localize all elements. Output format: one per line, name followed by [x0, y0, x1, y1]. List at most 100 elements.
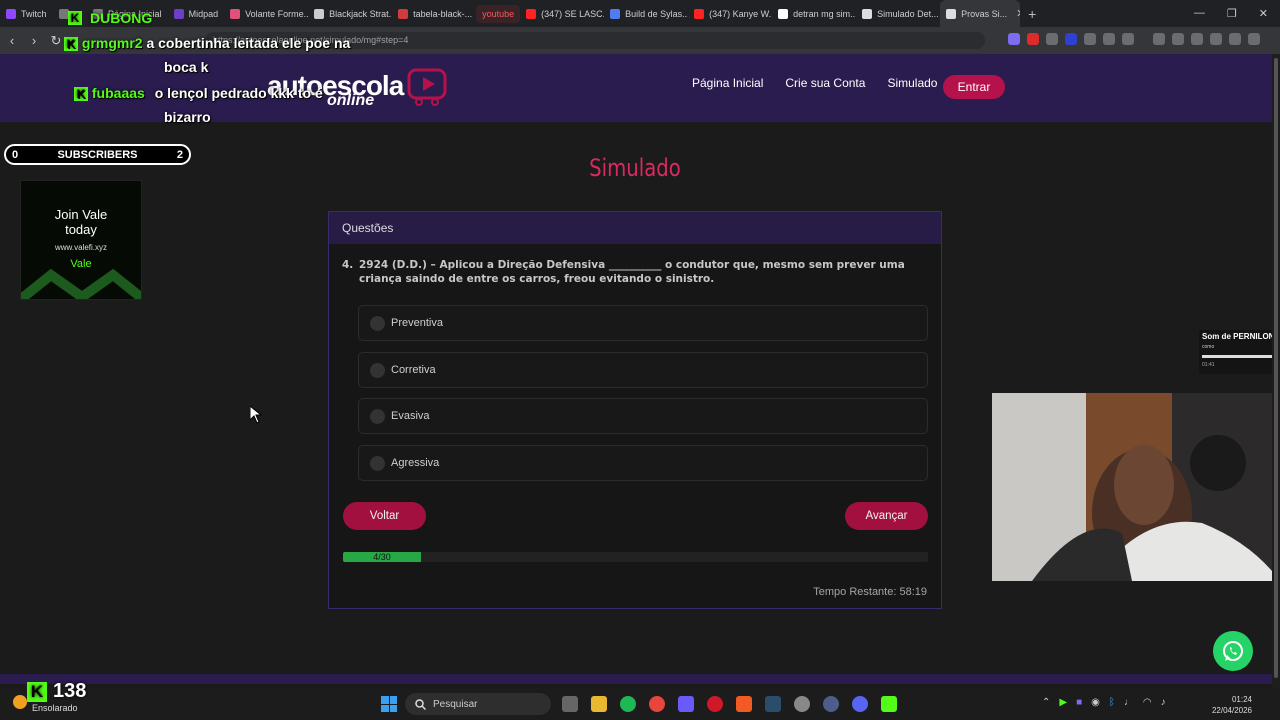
forward-arrow-icon[interactable]: › — [24, 33, 44, 48]
new-tab-button[interactable]: + — [1020, 6, 1044, 22]
browser-tab[interactable]: Blackjack Strat... — [308, 0, 392, 27]
browser-tab[interactable]: youtube — [476, 4, 521, 23]
kick-icon[interactable] — [881, 696, 897, 712]
ad-line2: today — [65, 222, 97, 237]
radio-icon[interactable] — [370, 455, 385, 471]
page-scrollbar[interactable] — [1272, 54, 1280, 688]
close-window-icon[interactable]: ✕ — [1259, 7, 1268, 20]
radio-icon[interactable] — [370, 408, 385, 424]
browser-tab[interactable]: Midpad — [168, 0, 225, 27]
browser-tab[interactable]: Provas Si...✕ — [940, 0, 1021, 27]
windows-start-icon[interactable] — [381, 696, 397, 712]
browser-tab[interactable]: (347) SE LASC... — [520, 0, 604, 27]
extension-icon[interactable] — [1122, 33, 1134, 45]
kick-viewer-count: K 138 — [27, 680, 86, 703]
answer-option[interactable]: Preventiva — [358, 305, 928, 341]
tab-favicon-icon — [862, 8, 873, 19]
login-button[interactable]: Entrar — [943, 75, 1005, 99]
question-text: 2924 (D.D.) – Aplicou a Direção Defensiv… — [359, 259, 905, 285]
back-arrow-icon[interactable]: ‹ — [2, 33, 22, 48]
whatsapp-button[interactable] — [1213, 631, 1253, 671]
progress-bar: 4/30 — [343, 552, 928, 562]
extension-icon[interactable] — [1046, 33, 1058, 45]
extension-icon[interactable] — [1065, 33, 1077, 45]
task-view-icon[interactable] — [562, 696, 578, 712]
puzzle-icon[interactable] — [1103, 33, 1115, 45]
taskbar-search[interactable]: Pesquisar — [405, 693, 551, 715]
wifi-icon[interactable]: ◠ — [1143, 697, 1152, 708]
tab-label: Build de Sylas... — [625, 8, 689, 19]
browser-tab[interactable]: Build de Sylas... — [604, 0, 688, 27]
ad-site: www.valefi.xyz — [54, 243, 107, 252]
wallet-icon[interactable] — [1191, 33, 1203, 45]
browser-tab[interactable]: tabela-black-... — [392, 0, 476, 27]
scrollbar-thumb[interactable] — [1274, 58, 1278, 678]
now-playing: Som de PERNILONGO como 01:41 — [1199, 330, 1280, 374]
extension-icon[interactable] — [1027, 33, 1039, 45]
microphone-icon[interactable]: ♩ — [1124, 697, 1134, 708]
sidebar-icon[interactable] — [1172, 33, 1184, 45]
browser-tab-bar: Twitch...Página InicialMidpadVolante For… — [0, 0, 1280, 27]
radio-icon[interactable] — [370, 315, 385, 331]
tray-app-icon[interactable]: ◉ — [1091, 697, 1100, 708]
nav-signup-link[interactable]: Crie sua Conta — [785, 76, 865, 90]
extension-icons — [1008, 33, 1260, 45]
page-title: Simulado — [589, 154, 681, 182]
tray-app-icon[interactable]: ■ — [1076, 697, 1082, 708]
extension-icon[interactable] — [1084, 33, 1096, 45]
tab-favicon-icon — [230, 8, 241, 19]
time-remaining: Tempo Restante: 58:19 — [813, 586, 927, 598]
top-username: K DUBONG — [68, 10, 152, 26]
next-button[interactable]: Avançar — [845, 502, 928, 530]
browser-tab[interactable]: Simulado Det... — [856, 0, 940, 27]
nav-quiz-link[interactable]: Simulado — [887, 76, 937, 90]
back-button[interactable]: Voltar — [343, 502, 426, 530]
answer-option[interactable]: Agressiva — [358, 445, 928, 481]
chevron-up-icon[interactable]: ⌃ — [1042, 697, 1050, 708]
bluetooth-icon[interactable]: ᛒ — [1109, 697, 1115, 708]
chrome-icon[interactable] — [649, 696, 665, 712]
logo-subtext: online — [327, 92, 375, 109]
nav-home-link[interactable]: Página Inicial — [692, 76, 763, 90]
taskbar: Ensolarado K 138 Pesquisar ⌃ ▶ ■ ◉ ᛒ ♩ ◠… — [0, 680, 1280, 720]
volume-icon[interactable]: ♪ — [1161, 697, 1166, 708]
browser-tab[interactable]: Twitch — [0, 0, 53, 27]
subs-right: 2 — [176, 148, 183, 161]
browser-tab[interactable]: Volante Forme... — [224, 0, 308, 27]
menu-icon[interactable] — [1248, 33, 1260, 45]
brave-icon[interactable] — [736, 696, 752, 712]
tab-label: tabela-black-... — [413, 8, 473, 19]
tray-app-icon[interactable]: ▶ — [1059, 697, 1067, 708]
reload-icon[interactable]: ↻ — [46, 33, 66, 49]
system-tray: ⌃ ▶ ■ ◉ ᛒ ♩ ◠ ♪ — [1042, 697, 1166, 708]
steam-icon[interactable] — [765, 696, 781, 712]
weather-widget[interactable] — [13, 695, 27, 709]
extension-icon[interactable] — [1008, 33, 1020, 45]
whatsapp-icon — [1223, 641, 1243, 661]
mouse-cursor-icon — [250, 406, 262, 424]
minimize-icon[interactable]: — — [1194, 7, 1205, 20]
vpn-icon[interactable] — [1229, 33, 1241, 45]
radio-icon[interactable] — [370, 362, 385, 378]
system-clock[interactable]: 01:24 22/04/2026 — [1208, 694, 1252, 716]
tab-label: Provas Si... — [961, 8, 1008, 19]
app-icon[interactable] — [823, 696, 839, 712]
ai-icon[interactable] — [1210, 33, 1222, 45]
file-explorer-icon[interactable] — [591, 696, 607, 712]
spotify-icon[interactable] — [620, 696, 636, 712]
app-icon[interactable] — [794, 696, 810, 712]
answer-option[interactable]: Evasiva — [358, 398, 928, 434]
tab-favicon-icon — [398, 8, 409, 19]
tab-favicon-icon — [314, 8, 325, 19]
chat-text: o lençol pedrado kkk to é — [154, 85, 323, 101]
tab-label: Volante Forme... — [245, 8, 309, 19]
app-icon[interactable] — [678, 696, 694, 712]
opera-icon[interactable] — [707, 696, 723, 712]
quiz-card: Questões 4. 2924 (D.D.) – Aplicou a Dire… — [328, 211, 942, 609]
answer-option[interactable]: Corretiva — [358, 352, 928, 388]
browser-tab[interactable]: (347) Kanye W... — [688, 0, 772, 27]
browser-tab[interactable]: detran mg sim... — [772, 0, 856, 27]
maximize-icon[interactable]: ❐ — [1227, 7, 1237, 20]
extension-icon[interactable] — [1153, 33, 1165, 45]
discord-icon[interactable] — [852, 696, 868, 712]
